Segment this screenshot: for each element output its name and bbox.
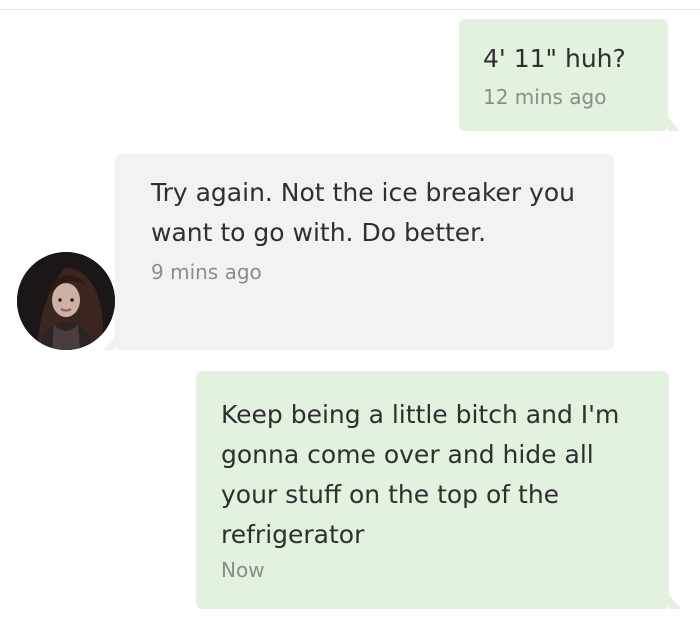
sent-message-bubble[interactable]: Keep being a little bitch and I'm gonna … — [196, 371, 681, 609]
received-message-bubble[interactable]: Try again. Not the ice breaker you want … — [103, 154, 614, 350]
message-text: Try again. Not the ice breaker you want … — [151, 178, 575, 247]
bubble-tail — [103, 336, 115, 350]
message-text: Keep being a little bitch and I'm gonna … — [221, 400, 620, 549]
avatar[interactable] — [17, 252, 115, 350]
avatar-image — [17, 252, 115, 350]
bubble-tail — [668, 117, 680, 131]
message-timestamp: 12 mins ago — [483, 85, 607, 109]
top-divider — [0, 9, 700, 10]
bubble-tail — [669, 595, 681, 609]
message-timestamp: 9 mins ago — [151, 260, 262, 284]
sent-message-bubble[interactable]: 4' 11" huh? 12 mins ago — [459, 19, 680, 131]
message-text: 4' 11" huh? — [483, 44, 626, 73]
message-timestamp: Now — [221, 558, 265, 582]
